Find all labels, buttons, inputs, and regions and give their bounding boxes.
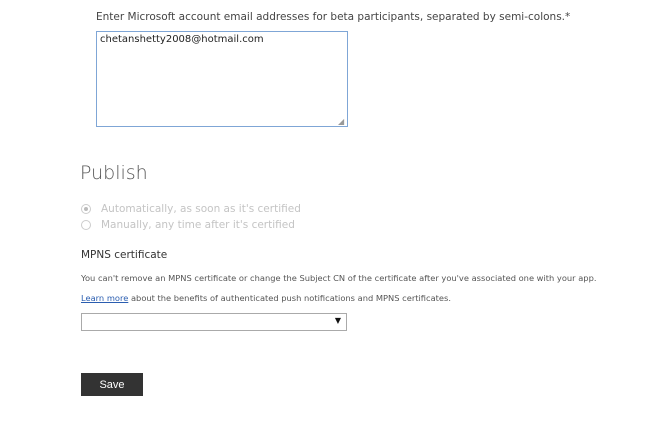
publish-heading: Publish (80, 162, 148, 184)
beta-emails-textarea[interactable] (96, 31, 348, 127)
beta-emails-label: Enter Microsoft account email addresses … (96, 11, 571, 23)
mpns-certificate-select[interactable]: ▼ (81, 313, 347, 331)
radio-label: Manually, any time after it's certified (101, 219, 295, 231)
dropdown-arrow-icon: ▼ (334, 316, 341, 325)
mpns-description: You can't remove an MPNS certificate or … (81, 273, 597, 283)
learn-more-text: about the benefits of authenticated push… (128, 293, 451, 303)
radio-selected-icon (81, 204, 91, 214)
radio-publish-automatically[interactable]: Automatically, as soon as it's certified (81, 203, 301, 215)
resize-grip-icon[interactable]: ◢ (338, 117, 344, 126)
radio-publish-manually[interactable]: Manually, any time after it's certified (81, 219, 295, 231)
radio-label: Automatically, as soon as it's certified (101, 203, 301, 215)
save-button[interactable]: Save (81, 373, 143, 396)
learn-more-link[interactable]: Learn more (81, 293, 128, 303)
mpns-heading: MPNS certificate (81, 249, 168, 261)
learn-more-line: Learn more about the benefits of authent… (81, 293, 451, 303)
radio-unselected-icon (81, 220, 91, 230)
